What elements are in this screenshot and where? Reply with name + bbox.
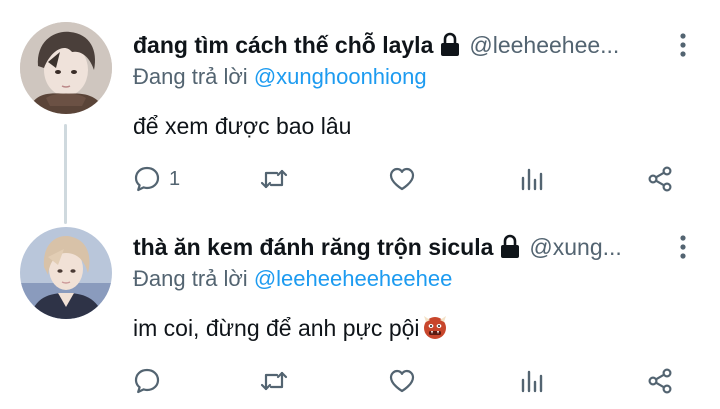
ogre-emoji-icon	[422, 314, 448, 340]
views-icon	[521, 168, 543, 191]
lock-icon	[439, 32, 461, 58]
reply-prefix: Đang trả lời	[133, 64, 248, 89]
reply-icon	[134, 166, 160, 192]
like-button[interactable]	[388, 365, 416, 397]
handle[interactable]: @leeheehee...	[469, 32, 619, 59]
avatar[interactable]	[20, 22, 112, 114]
retweet-icon	[260, 371, 288, 391]
tweet-text: im coi, đừng để anh pực pội	[133, 314, 448, 342]
share-button[interactable]	[646, 365, 674, 397]
lock-icon	[499, 234, 521, 260]
heart-icon	[389, 167, 415, 191]
handle[interactable]: @xung...	[529, 234, 621, 261]
more-options-icon[interactable]	[678, 234, 688, 260]
tweet-thread: đang tìm cách thế chỗ layla @leeheehee..…	[0, 0, 720, 409]
tweet[interactable]: đang tìm cách thế chỗ layla @leeheehee..…	[0, 0, 720, 210]
share-icon	[648, 368, 672, 394]
retweet-button[interactable]	[260, 365, 288, 397]
reply-button[interactable]: 1	[133, 163, 180, 195]
tweet-header: đang tìm cách thế chỗ layla @leeheehee..…	[133, 30, 660, 60]
views-button[interactable]	[518, 163, 546, 195]
replying-to: Đang trả lời @xunghoonhiong	[133, 64, 427, 90]
tweet[interactable]: thà ăn kem đánh răng trộn sicula @xung..…	[0, 210, 720, 409]
tweet-actions: 1	[0, 163, 720, 195]
retweet-button[interactable]	[260, 163, 288, 195]
replying-to: Đang trả lời @leeheeheeheehee	[133, 266, 452, 292]
more-options-icon[interactable]	[678, 32, 688, 58]
display-name[interactable]: thà ăn kem đánh răng trộn sicula	[133, 234, 493, 261]
share-button[interactable]	[646, 163, 674, 195]
display-name[interactable]: đang tìm cách thế chỗ layla	[133, 32, 433, 59]
reply-mention-link[interactable]: @leeheeheeheehee	[254, 266, 453, 291]
views-icon	[521, 370, 543, 393]
reply-button[interactable]	[133, 365, 169, 397]
avatar[interactable]	[20, 227, 112, 319]
reply-prefix: Đang trả lời	[133, 266, 248, 291]
retweet-icon	[260, 169, 288, 189]
reply-mention-link[interactable]: @xunghoonhiong	[254, 64, 427, 89]
like-button[interactable]	[388, 163, 416, 195]
views-button[interactable]	[518, 365, 546, 397]
reply-icon	[134, 368, 160, 394]
heart-icon	[389, 369, 415, 393]
tweet-text: để xem được bao lâu	[133, 113, 352, 139]
share-icon	[648, 166, 672, 192]
tweet-text-content: im coi, đừng để anh pực pội	[133, 315, 420, 341]
tweet-actions	[0, 365, 720, 397]
tweet-header: thà ăn kem đánh răng trộn sicula @xung..…	[133, 232, 660, 262]
reply-count: 1	[169, 167, 181, 190]
